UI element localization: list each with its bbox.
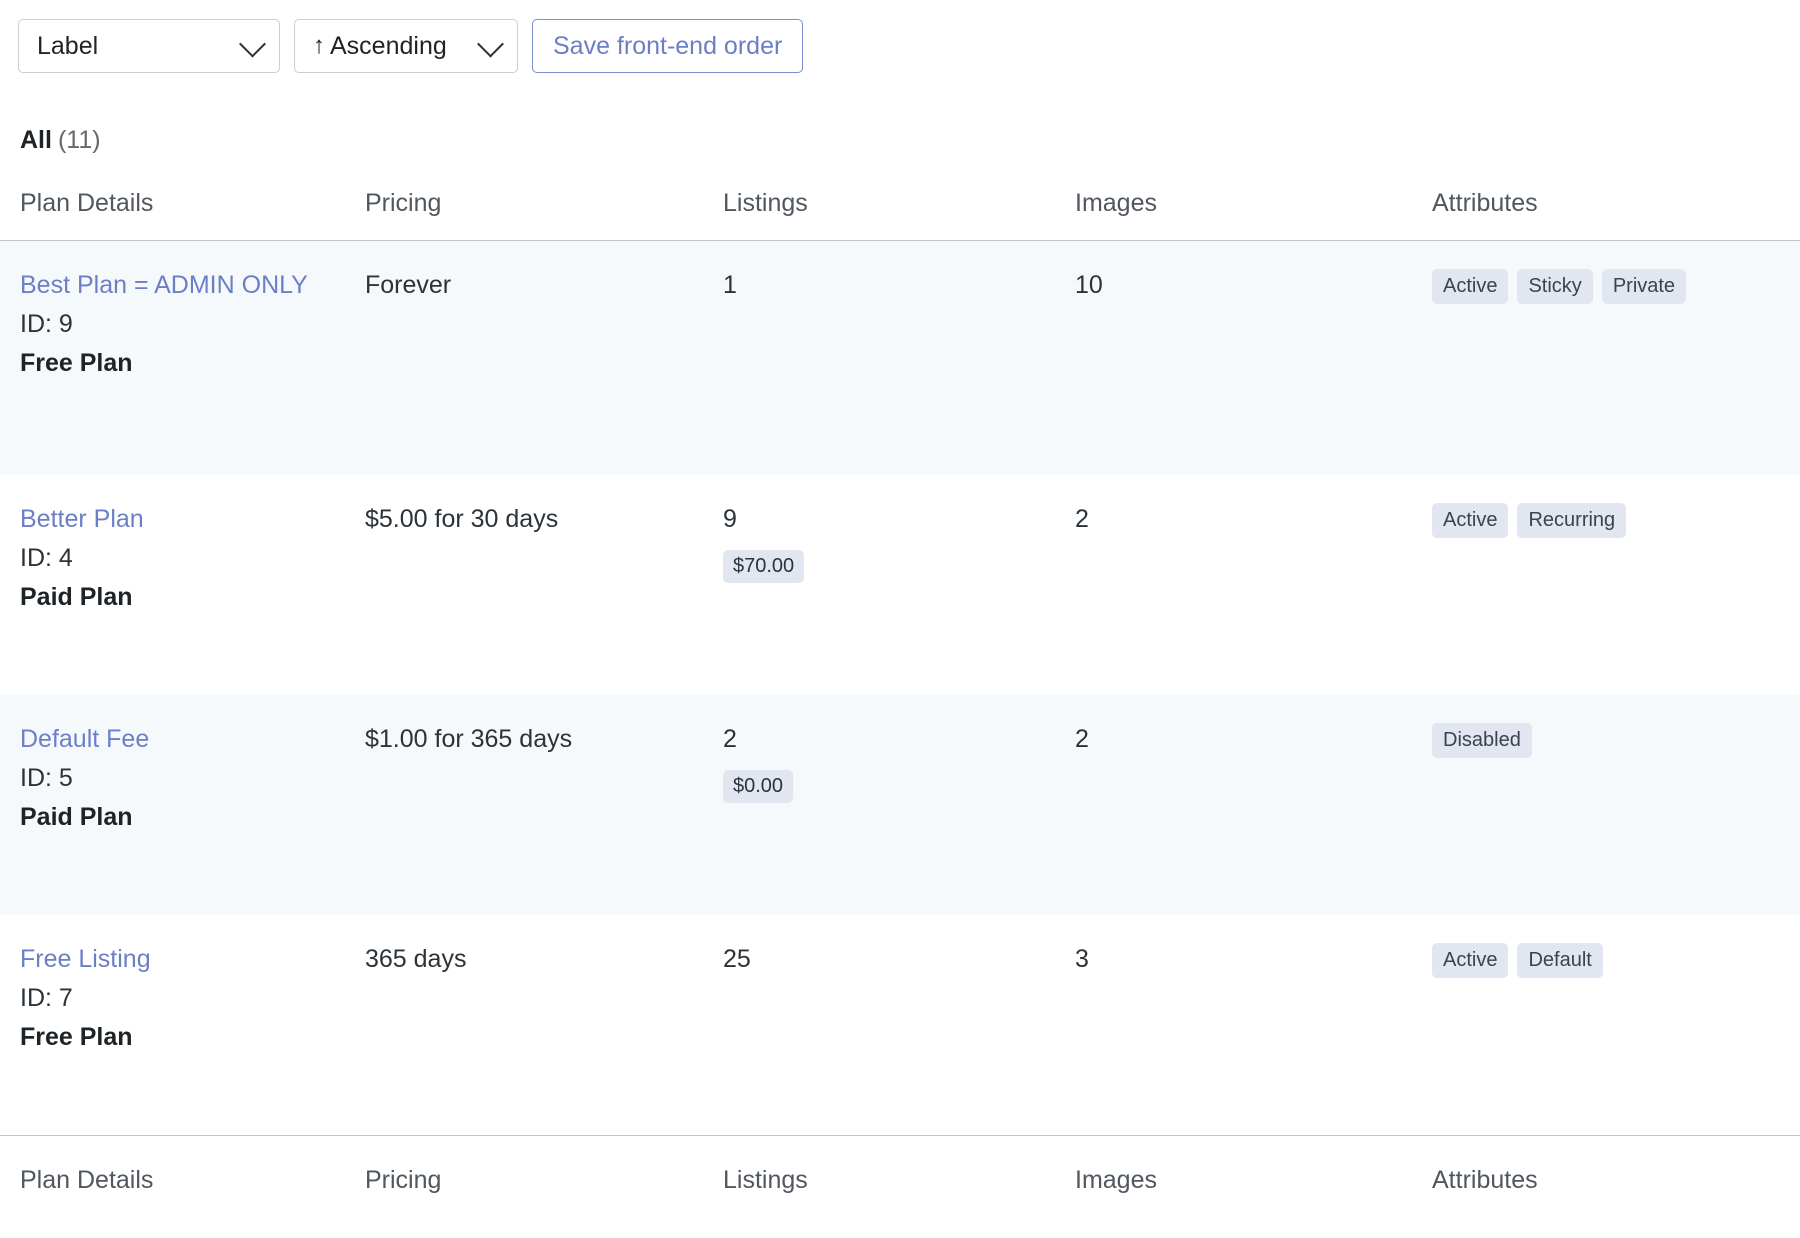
cell-pricing: Forever bbox=[345, 240, 703, 475]
table-header-row: Plan Details Pricing Listings Images Att… bbox=[0, 179, 1800, 241]
save-front-end-order-button[interactable]: Save front-end order bbox=[532, 19, 804, 73]
listings-count: 25 bbox=[723, 945, 751, 973]
column-footer-plan-details[interactable]: Plan Details bbox=[0, 1135, 345, 1205]
plan-title-link[interactable]: Best Plan = ADMIN ONLY bbox=[20, 267, 335, 304]
plan-type: Free Plan bbox=[20, 1023, 133, 1051]
listings-revenue-badge: $0.00 bbox=[723, 770, 794, 803]
status-badge: Disabled bbox=[1432, 723, 1532, 758]
table-row[interactable]: Default Fee ID: 5 Paid Plan $1.00 for 36… bbox=[0, 695, 1800, 915]
status-badge: Default bbox=[1517, 943, 1603, 978]
status-badge: Private bbox=[1601, 269, 1687, 304]
listings-revenue-badge: $70.00 bbox=[723, 550, 805, 583]
cell-images: 3 bbox=[1075, 945, 1089, 973]
attribute-badge-group: Active Sticky Private bbox=[1432, 267, 1790, 304]
column-header-listings[interactable]: Listings bbox=[703, 179, 1055, 241]
sort-order-value: Ascending bbox=[330, 31, 447, 60]
plan-title-link[interactable]: Better Plan bbox=[20, 501, 335, 538]
attribute-badge-group: Active Default bbox=[1432, 941, 1790, 978]
cell-listings: 2 $0.00 bbox=[703, 695, 1055, 915]
cell-plan-details: Better Plan ID: 4 Paid Plan bbox=[0, 475, 345, 695]
plan-title-link[interactable]: Default Fee bbox=[20, 721, 335, 758]
cell-pricing: $1.00 for 365 days bbox=[345, 695, 703, 915]
status-badge: Active bbox=[1432, 269, 1509, 304]
listings-count: 2 bbox=[723, 725, 737, 753]
sort-ascending-arrow-icon: ↑ bbox=[313, 32, 325, 59]
table-row[interactable]: Best Plan = ADMIN ONLY ID: 9 Free Plan F… bbox=[0, 240, 1800, 475]
plan-id: ID: 5 bbox=[20, 764, 73, 792]
cell-plan-details: Default Fee ID: 5 Paid Plan bbox=[0, 695, 345, 915]
chevron-down-icon bbox=[477, 30, 504, 58]
column-header-attributes[interactable]: Attributes bbox=[1412, 179, 1800, 241]
column-footer-images[interactable]: Images bbox=[1055, 1135, 1412, 1205]
column-header-pricing[interactable]: Pricing bbox=[345, 179, 703, 241]
listings-count: 1 bbox=[723, 271, 737, 299]
cell-attributes: Active Default bbox=[1412, 915, 1800, 1136]
plan-type: Paid Plan bbox=[20, 583, 133, 611]
status-badge: Active bbox=[1432, 503, 1509, 538]
plan-title-link[interactable]: Free Listing bbox=[20, 941, 335, 978]
column-header-images[interactable]: Images bbox=[1055, 179, 1412, 241]
cell-listings: 1 bbox=[703, 240, 1055, 475]
filter-all-link[interactable]: All bbox=[20, 126, 52, 154]
sort-toolbar: Label ↑ Ascending Save front-end order bbox=[0, 0, 1800, 73]
table-body: Best Plan = ADMIN ONLY ID: 9 Free Plan F… bbox=[0, 240, 1800, 1136]
status-badge: Recurring bbox=[1517, 503, 1627, 538]
table-header: Plan Details Pricing Listings Images Att… bbox=[0, 179, 1800, 241]
attribute-badge-group: Active Recurring bbox=[1432, 501, 1790, 538]
column-footer-pricing[interactable]: Pricing bbox=[345, 1135, 703, 1205]
sort-field-select[interactable]: Label bbox=[18, 19, 280, 73]
plan-type: Free Plan bbox=[20, 349, 133, 377]
status-badge: Sticky bbox=[1517, 269, 1593, 304]
sort-order-select[interactable]: ↑ Ascending bbox=[294, 19, 518, 73]
cell-attributes: Disabled bbox=[1412, 695, 1800, 915]
table-row[interactable]: Better Plan ID: 4 Paid Plan $5.00 for 30… bbox=[0, 475, 1800, 695]
cell-attributes: Active Sticky Private bbox=[1412, 240, 1800, 475]
plan-id: ID: 4 bbox=[20, 544, 73, 572]
plan-id: ID: 9 bbox=[20, 310, 73, 338]
column-header-plan-details[interactable]: Plan Details bbox=[0, 179, 345, 241]
plans-table: Plan Details Pricing Listings Images Att… bbox=[0, 179, 1800, 1205]
attribute-badge-group: Disabled bbox=[1432, 721, 1790, 758]
plan-type: Paid Plan bbox=[20, 803, 133, 831]
cell-images: 10 bbox=[1055, 240, 1412, 475]
sort-field-value: Label bbox=[37, 31, 99, 60]
chevron-down-icon bbox=[239, 30, 266, 58]
cell-attributes: Active Recurring bbox=[1412, 475, 1800, 695]
listings-count: 9 bbox=[723, 505, 737, 533]
list-filter-summary: All (11) bbox=[0, 70, 1800, 153]
cell-images: 2 bbox=[1075, 505, 1089, 533]
filter-all-count: (11) bbox=[57, 126, 101, 154]
cell-pricing: $5.00 for 30 days bbox=[365, 505, 559, 533]
cell-pricing: 365 days bbox=[365, 945, 467, 973]
cell-plan-details: Free Listing ID: 7 Free Plan bbox=[0, 915, 345, 1136]
cell-listings: 25 bbox=[703, 915, 1055, 1136]
column-footer-attributes[interactable]: Attributes bbox=[1412, 1135, 1800, 1205]
table-row[interactable]: Free Listing ID: 7 Free Plan 365 days 25… bbox=[0, 915, 1800, 1136]
cell-images: 2 bbox=[1055, 695, 1412, 915]
plan-id: ID: 7 bbox=[20, 984, 73, 1012]
cell-plan-details: Best Plan = ADMIN ONLY ID: 9 Free Plan bbox=[0, 240, 345, 475]
table-footer: Plan Details Pricing Listings Images Att… bbox=[0, 1135, 1800, 1205]
table-footer-row: Plan Details Pricing Listings Images Att… bbox=[0, 1135, 1800, 1205]
column-footer-listings[interactable]: Listings bbox=[703, 1135, 1055, 1205]
status-badge: Active bbox=[1432, 943, 1509, 978]
cell-listings: 9 $70.00 bbox=[703, 475, 1055, 695]
